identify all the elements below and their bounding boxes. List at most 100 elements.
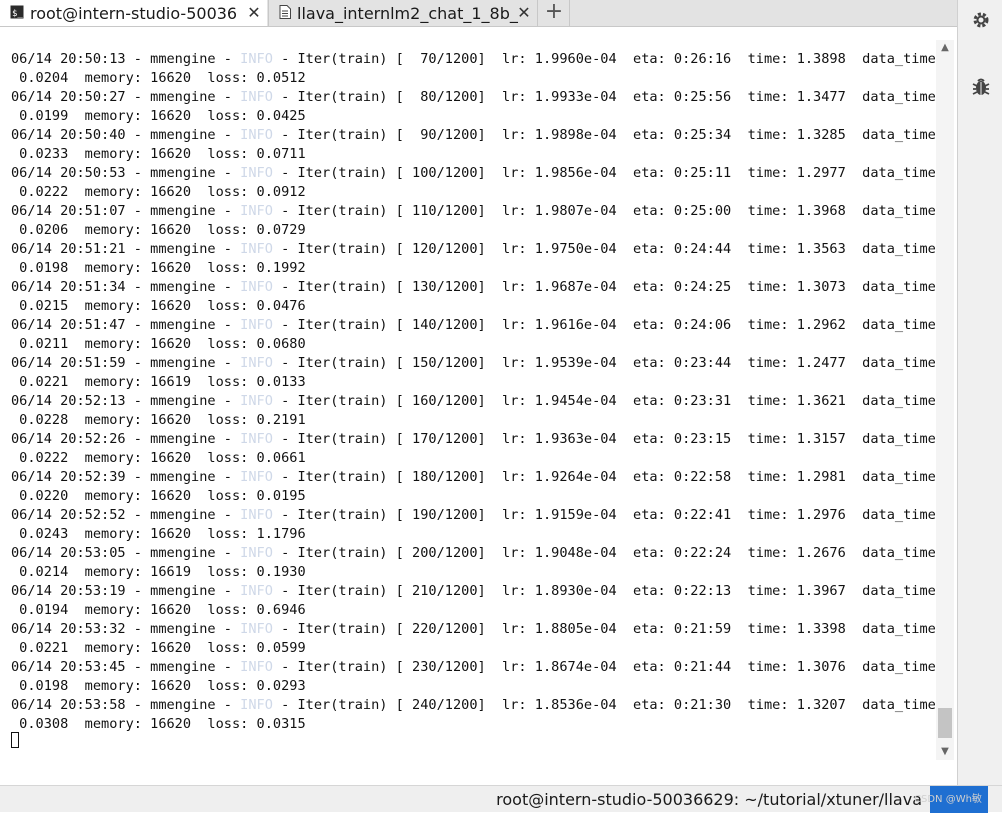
terminal-line: 0.0222 memory: 16620 loss: 0.0912	[11, 183, 306, 202]
line-text: 06/14 20:53:58 - mmengine -	[11, 697, 241, 713]
line-text: 0.0198 memory: 16620 loss: 0.0293	[11, 678, 306, 694]
line-text: - Iter(train) [ 180/1200] lr: 1.9264e-04…	[272, 469, 936, 485]
log-level: INFO	[240, 241, 273, 257]
line-text: - Iter(train) [ 110/1200] lr: 1.9807e-04…	[272, 203, 936, 219]
line-text: 06/14 20:50:13 - mmengine -	[11, 51, 241, 67]
terminal-line: 0.0233 memory: 16620 loss: 0.0711	[11, 145, 306, 164]
terminal-icon: $_	[10, 4, 24, 23]
terminal-line: 06/14 20:51:59 - mmengine - INFO - Iter(…	[11, 354, 936, 373]
log-level: INFO	[240, 507, 273, 523]
terminal-line: 0.0215 memory: 16620 loss: 0.0476	[11, 297, 306, 316]
terminal-cursor	[11, 732, 19, 748]
terminal-line: 0.0204 memory: 16620 loss: 0.0512	[11, 69, 306, 88]
line-text: 0.0308 memory: 16620 loss: 0.0315	[11, 716, 306, 732]
terminal-line: 06/14 20:53:19 - mmengine - INFO - Iter(…	[11, 582, 936, 601]
tab-close-button[interactable]: ✕	[245, 3, 263, 23]
line-text: 0.0220 memory: 16620 loss: 0.0195	[11, 488, 306, 504]
line-text: 06/14 20:50:40 - mmengine -	[11, 127, 241, 143]
log-level: INFO	[240, 393, 273, 409]
watermark: CSDN @Wh敏	[914, 794, 982, 805]
log-level: INFO	[240, 89, 273, 105]
log-level: INFO	[240, 317, 273, 333]
line-text: - Iter(train) [ 90/1200] lr: 1.9898e-04 …	[272, 127, 936, 143]
terminal-line: 0.0221 memory: 16619 loss: 0.0133	[11, 373, 305, 392]
terminal-line: 0.0221 memory: 16620 loss: 0.0599	[11, 639, 306, 658]
line-text: 0.0233 memory: 16620 loss: 0.0711	[11, 146, 306, 162]
terminal-line: 06/14 20:52:39 - mmengine - INFO - Iter(…	[11, 468, 936, 487]
log-level: INFO	[240, 51, 273, 67]
line-text: - Iter(train) [ 70/1200] lr: 1.9960e-04 …	[272, 51, 936, 67]
terminal-line: 06/14 20:53:45 - mmengine - INFO - Iter(…	[11, 658, 936, 677]
log-level: INFO	[240, 165, 273, 181]
line-text: 06/14 20:51:47 - mmengine -	[11, 317, 241, 333]
line-text: 0.0215 memory: 16620 loss: 0.0476	[11, 298, 306, 314]
line-text: - Iter(train) [ 140/1200] lr: 1.9616e-04…	[272, 317, 936, 333]
line-text: 0.0222 memory: 16620 loss: 0.0912	[11, 184, 306, 200]
scrollbar-thumb[interactable]	[938, 708, 952, 738]
terminal-line: 0.0194 memory: 16620 loss: 0.6946	[11, 601, 306, 620]
terminal-line: 0.0243 memory: 16620 loss: 1.1796	[11, 525, 306, 544]
line-text: 06/14 20:51:34 - mmengine -	[11, 279, 241, 295]
log-level: INFO	[240, 659, 273, 675]
terminal-line: 0.0214 memory: 16619 loss: 0.1930	[11, 563, 305, 582]
line-text: - Iter(train) [ 170/1200] lr: 1.9363e-04…	[272, 431, 936, 447]
tab-label: llava_internlm2_chat_1_8b_	[297, 3, 518, 23]
line-text: - Iter(train) [ 160/1200] lr: 1.9454e-04…	[272, 393, 936, 409]
tab-close-button[interactable]: ✕	[515, 3, 533, 23]
tab-terminal-session[interactable]: $_ root@intern-studio-50036 ✕	[0, 0, 267, 26]
line-text: 0.0221 memory: 16620 loss: 0.0599	[11, 640, 306, 656]
terminal-line: 0.0206 memory: 16620 loss: 0.0729	[11, 221, 306, 240]
log-level: INFO	[240, 127, 273, 143]
log-level: INFO	[240, 469, 273, 485]
terminal-output[interactable]: 06/14 20:50:13 - mmengine - INFO - Iter(…	[0, 27, 936, 777]
terminal-line: 06/14 20:51:34 - mmengine - INFO - Iter(…	[11, 278, 936, 297]
tab-config-file[interactable]: llava_internlm2_chat_1_8b_ ✕	[268, 0, 538, 26]
log-level: INFO	[240, 545, 273, 561]
log-level: INFO	[240, 355, 273, 371]
line-text: - Iter(train) [ 240/1200] lr: 1.8536e-04…	[272, 697, 936, 713]
line-text: - Iter(train) [ 120/1200] lr: 1.9750e-04…	[272, 241, 936, 257]
line-text: - Iter(train) [ 230/1200] lr: 1.8674e-04…	[272, 659, 936, 675]
terminal-line: 06/14 20:53:32 - mmengine - INFO - Iter(…	[11, 620, 936, 639]
line-text: 06/14 20:52:52 - mmengine -	[11, 507, 241, 523]
line-text: 06/14 20:52:13 - mmengine -	[11, 393, 241, 409]
scroll-down-arrow-icon[interactable]: ▼	[936, 744, 954, 760]
terminal-line: 06/14 20:51:21 - mmengine - INFO - Iter(…	[11, 240, 936, 259]
line-text: - Iter(train) [ 200/1200] lr: 1.9048e-04…	[272, 545, 936, 561]
terminal-line: 06/14 20:51:47 - mmengine - INFO - Iter(…	[11, 316, 936, 335]
settings-icon[interactable]	[970, 9, 992, 31]
line-text: 0.0206 memory: 16620 loss: 0.0729	[11, 222, 306, 238]
bug-icon[interactable]	[970, 76, 992, 98]
line-text: 06/14 20:53:32 - mmengine -	[11, 621, 241, 637]
terminal-line: 0.0308 memory: 16620 loss: 0.0315	[11, 715, 306, 734]
terminal-line: 0.0198 memory: 16620 loss: 0.0293	[11, 677, 306, 696]
log-level: INFO	[240, 583, 273, 599]
terminal-line: 0.0211 memory: 16620 loss: 0.0680	[11, 335, 305, 354]
vertical-scrollbar[interactable]: ▲ ▼	[936, 40, 954, 760]
line-text: - Iter(train) [ 100/1200] lr: 1.9856e-04…	[272, 165, 936, 181]
terminal-line: 0.0220 memory: 16620 loss: 0.0195	[11, 487, 306, 506]
terminal-line: 06/14 20:50:13 - mmengine - INFO - Iter(…	[11, 50, 936, 69]
line-text: 06/14 20:53:19 - mmengine -	[11, 583, 241, 599]
add-tab-button[interactable]: +	[539, 0, 570, 26]
line-text: 06/14 20:53:05 - mmengine -	[11, 545, 241, 561]
line-text: 06/14 20:52:39 - mmengine -	[11, 469, 241, 485]
tab-label: root@intern-studio-50036	[30, 3, 238, 23]
log-level: INFO	[240, 697, 273, 713]
line-text: 0.0199 memory: 16620 loss: 0.0425	[11, 108, 306, 124]
line-text: 0.0194 memory: 16620 loss: 0.6946	[11, 602, 306, 618]
line-text: 0.0204 memory: 16620 loss: 0.0512	[11, 70, 306, 86]
line-text: - Iter(train) [ 150/1200] lr: 1.9539e-04…	[272, 355, 936, 371]
line-text: 0.0243 memory: 16620 loss: 1.1796	[11, 526, 306, 542]
line-text: 06/14 20:52:26 - mmengine -	[11, 431, 241, 447]
terminal-line: 06/14 20:53:05 - mmengine - INFO - Iter(…	[11, 544, 936, 563]
log-level: INFO	[240, 431, 273, 447]
scroll-up-arrow-icon[interactable]: ▲	[936, 40, 954, 56]
line-text: 06/14 20:50:27 - mmengine -	[11, 89, 241, 105]
terminal-line: 0.0198 memory: 16620 loss: 0.1992	[11, 259, 305, 278]
line-text: - Iter(train) [ 220/1200] lr: 1.8805e-04…	[272, 621, 936, 637]
svg-text:$_: $_	[12, 9, 23, 19]
line-text: 06/14 20:51:07 - mmengine -	[11, 203, 241, 219]
terminal-line: 06/14 20:52:26 - mmengine - INFO - Iter(…	[11, 430, 936, 449]
log-level: INFO	[240, 203, 273, 219]
